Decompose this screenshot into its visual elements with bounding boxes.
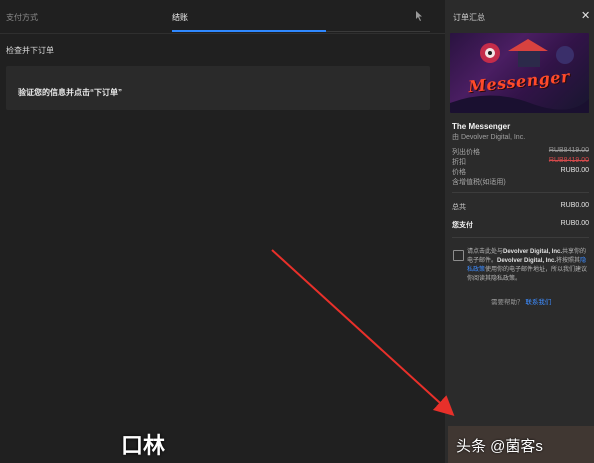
cursor-icon [415,11,425,21]
discount-value: RUB8419.00 [548,157,589,164]
help-line: 需要帮助？ 联系我们 [491,296,551,306]
you-pay-label: 您支付 [452,222,473,229]
tax-label: 含增值税(如适用) [452,179,506,186]
game-title: The Messenger [452,122,511,131]
you-pay-value: RUB0.00 [560,220,589,227]
contact-us-link[interactable]: 联系我们 [525,299,551,306]
consent-company-1: Devolver Digital, Inc. [503,249,563,255]
help-text: 需要帮助？ [491,299,524,306]
close-icon[interactable]: ✕ [581,9,590,22]
game-publisher: 由 Devolver Digital, Inc. [452,134,526,141]
share-email-consent-text: 请点击此处与Devolver Digital, Inc.共享你的电子邮件。Dev… [467,248,589,284]
price-row: 价格 RUB0.00 [452,167,589,177]
tab-checkout[interactable]: 结账 [172,12,188,23]
game-cover-image: Messenger [450,33,589,113]
list-price-label: 列出价格 [452,149,480,156]
watermark-text: 头条 @菌客s [456,438,543,455]
discount-label: 折扣 [452,159,466,166]
checkout-tabs: 支付方式 结账 [0,0,445,34]
consent-text-3: 将按照其 [556,258,581,264]
list-price-value: RUB8419.00 [548,147,589,154]
you-pay-row: 您支付 RUB0.00 [452,220,589,230]
price-label: 价格 [452,169,466,176]
consent-text-1: 请点击此处与 [467,249,504,255]
order-summary-panel: 订单汇总 ✕ Messenger The Messenger 由 Devolve… [445,0,594,463]
consent-company-2: Devolver Digital, Inc. [497,258,557,264]
price-value: RUB0.00 [560,167,589,174]
tab-divider [326,31,430,32]
tab-payment-method[interactable]: 支付方式 [6,12,38,23]
verify-info-text: 验证您的信息并点击“下订单” [18,88,122,97]
total-row: 总共 RUB0.00 [452,202,589,212]
order-summary-title: 订单汇总 [453,13,485,22]
active-tab-indicator [172,30,326,32]
discount-row: 折扣 RUB8419.00 [452,157,589,167]
watermark-banner: 头条 @菌客s [448,426,594,463]
review-section-title: 检查并下订单 [6,46,54,55]
checkout-main-panel: 支付方式 结账 检查并下订单 验证您的信息并点击“下订单” [0,0,445,463]
consent-text-4: 使用你的电子邮件地址，所以我们建议你阅读其隐私政策。 [467,267,588,282]
summary-divider-2 [452,237,589,238]
summary-divider [452,192,589,193]
share-email-checkbox[interactable] [453,250,464,261]
total-value: RUB0.00 [560,202,589,209]
total-label: 总共 [452,204,466,211]
list-price-row: 列出价格 RUB8419.00 [452,147,589,157]
watermark-logo-text: 口林 [121,433,166,458]
verify-info-box: 验证您的信息并点击“下订单” [6,66,430,110]
tax-row: 含增值税(如适用) [452,177,589,187]
